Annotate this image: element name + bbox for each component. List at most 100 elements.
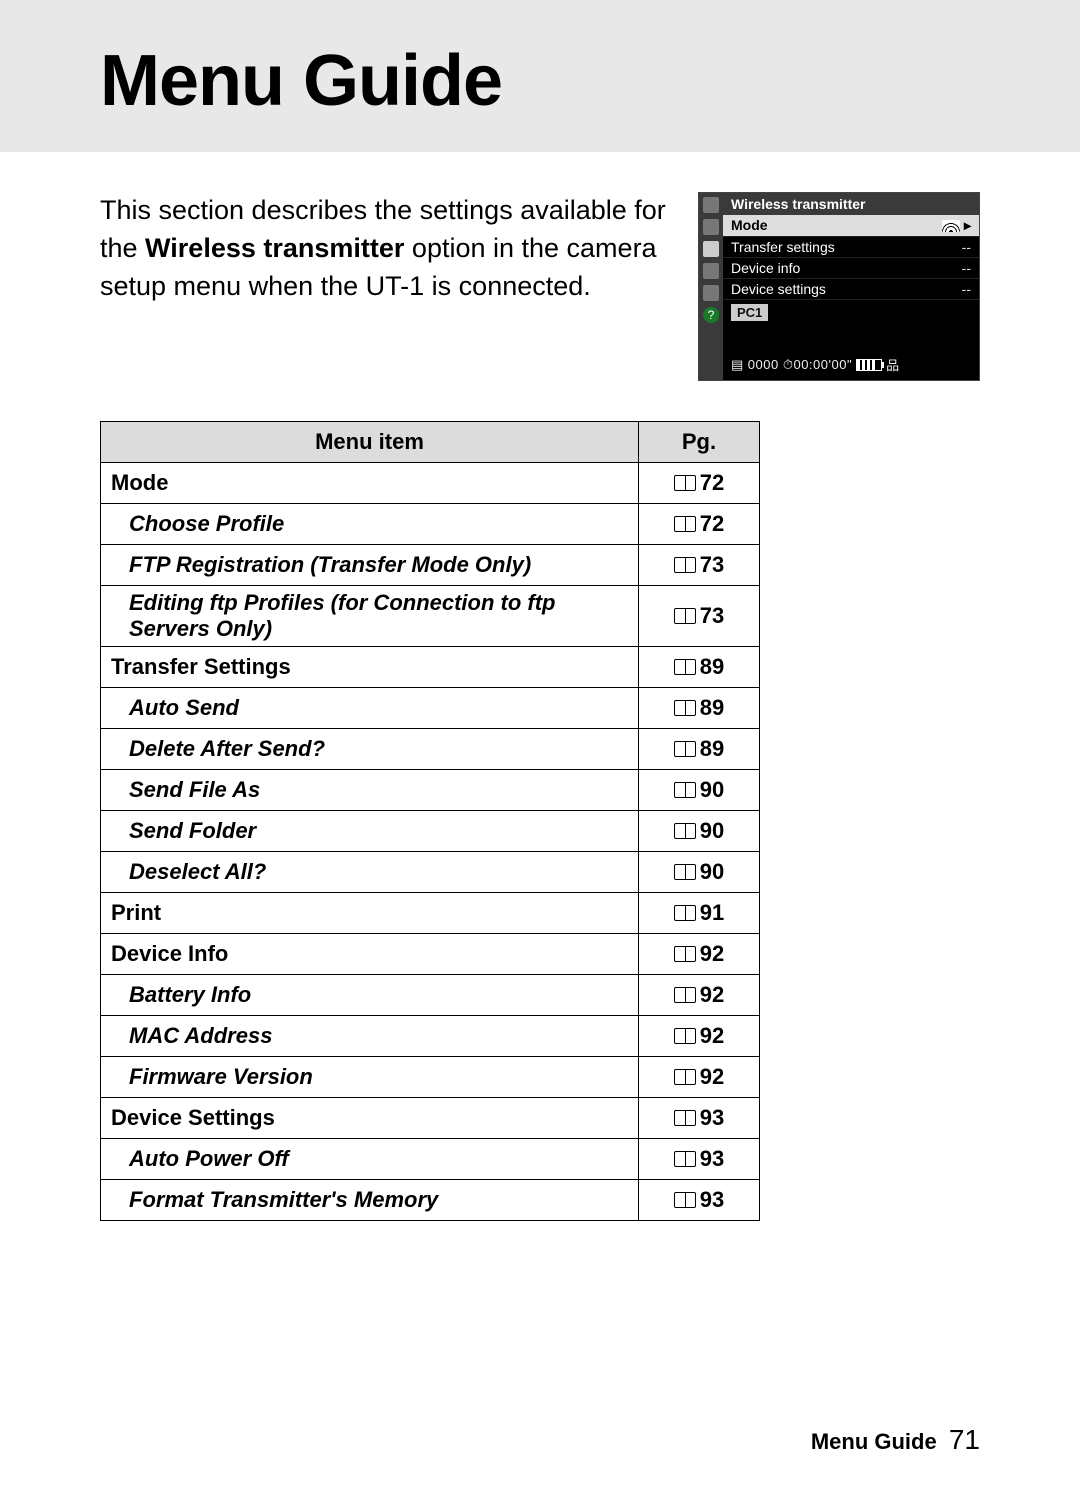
camera-row-value: -- [962,260,971,276]
page-ref-icon [674,1069,696,1085]
camera-sidebar: ? [699,193,723,380]
camera-menu-row: Device settings-- [723,279,979,300]
intro-text: This section describes the settings avai… [100,192,668,305]
camera-menu-row: Transfer settings-- [723,237,979,258]
camera-side-icon [703,219,719,235]
camera-row-label: Mode [731,217,768,234]
table-row: Deselect All?90 [101,852,760,893]
table-row: Editing ftp Profiles (for Connection to … [101,586,760,647]
camera-row-label: Device settings [731,281,826,297]
table-row: Delete After Send?89 [101,729,760,770]
col-header-pg: Pg. [639,422,760,463]
page-ref: 89 [639,688,760,729]
page-ref: 90 [639,770,760,811]
camera-menu-row: Mode ▸ [723,215,979,237]
intro-bold: Wireless transmitter [145,233,404,263]
menu-subitem: Send File As [101,770,639,811]
page-ref-icon [674,1028,696,1044]
camera-row-label: Transfer settings [731,239,835,255]
page-ref: 89 [639,647,760,688]
battery-icon [856,359,882,371]
page-ref-icon [674,782,696,798]
table-row: MAC Address92 [101,1016,760,1057]
page-ref: 92 [639,934,760,975]
page-ref-icon [674,987,696,1003]
page-ref-icon [674,905,696,921]
page-title: Menu Guide [100,40,1080,122]
camera-header: Wireless transmitter [723,193,979,215]
menu-category: Print [101,893,639,934]
page-ref: 89 [639,729,760,770]
menu-subitem: FTP Registration (Transfer Mode Only) [101,545,639,586]
page-footer: Menu Guide 71 [811,1424,980,1456]
page-ref: 92 [639,975,760,1016]
camera-row-value: ▸ [942,217,971,234]
camera-profile-badge: PC1 [731,304,768,321]
table-row: Choose Profile72 [101,504,760,545]
table-row: Send File As90 [101,770,760,811]
page-ref: 72 [639,504,760,545]
camera-side-icon-selected [703,241,719,257]
page-ref-icon [674,516,696,532]
page-ref: 92 [639,1016,760,1057]
table-row: FTP Registration (Transfer Mode Only)73 [101,545,760,586]
menu-subitem: Format Transmitter's Memory [101,1180,639,1221]
page-ref-icon [674,475,696,491]
frames-icon: ▤ [731,357,744,373]
table-row: Battery Info92 [101,975,760,1016]
network-icon: 品 [886,355,900,374]
table-row: Device Info92 [101,934,760,975]
menu-subitem: Battery Info [101,975,639,1016]
footer-page-number: 71 [949,1424,980,1455]
camera-side-icon [703,263,719,279]
menu-subitem: Firmware Version [101,1057,639,1098]
menu-subitem: Deselect All? [101,852,639,893]
page-ref: 92 [639,1057,760,1098]
camera-side-icon [703,285,719,301]
page-ref: 91 [639,893,760,934]
menu-subitem: Auto Power Off [101,1139,639,1180]
table-row: Transfer Settings89 [101,647,760,688]
page-ref: 93 [639,1180,760,1221]
page-ref: 93 [639,1139,760,1180]
page-ref: 93 [639,1098,760,1139]
table-row: Firmware Version92 [101,1057,760,1098]
page-ref: 73 [639,586,760,647]
page-ref: 73 [639,545,760,586]
table-row: Auto Send89 [101,688,760,729]
camera-row-label: Device info [731,260,800,276]
menu-category: Device Info [101,934,639,975]
page-ref: 90 [639,811,760,852]
table-row: Print91 [101,893,760,934]
col-header-item: Menu item [101,422,639,463]
menu-table: Menu item Pg. Mode72Choose Profile72FTP … [100,421,760,1221]
camera-menu-screenshot: ? Wireless transmitter Mode ▸Transfer se… [698,192,980,381]
page-ref-icon [674,659,696,675]
menu-subitem: Auto Send [101,688,639,729]
menu-category: Device Settings [101,1098,639,1139]
menu-subitem: Delete After Send? [101,729,639,770]
page-ref-icon [674,741,696,757]
table-row: Auto Power Off93 [101,1139,760,1180]
menu-subitem: Choose Profile [101,504,639,545]
camera-side-icon [703,197,719,213]
menu-category: Transfer Settings [101,647,639,688]
table-row: Device Settings93 [101,1098,760,1139]
camera-status-bar: ▤ 0000 ⏱00:00'00" 品 [723,349,979,380]
wifi-icon [942,220,960,232]
menu-subitem: Editing ftp Profiles (for Connection to … [101,586,639,647]
page-ref: 72 [639,463,760,504]
page-ref-icon [674,864,696,880]
title-band: Menu Guide [0,0,1080,152]
page-ref-icon [674,946,696,962]
table-row: Mode72 [101,463,760,504]
menu-subitem: Send Folder [101,811,639,852]
menu-category: Mode [101,463,639,504]
page-ref-icon [674,1151,696,1167]
page-ref-icon [674,557,696,573]
page-ref-icon [674,823,696,839]
footer-label: Menu Guide [811,1429,937,1454]
menu-subitem: MAC Address [101,1016,639,1057]
camera-menu-row: Device info -- [723,258,979,279]
page-ref: 90 [639,852,760,893]
